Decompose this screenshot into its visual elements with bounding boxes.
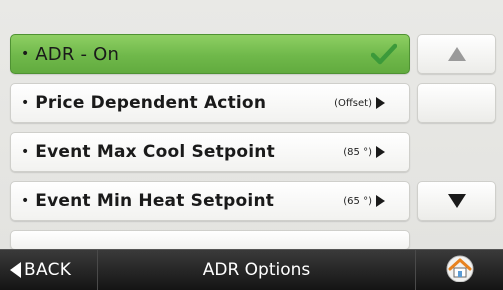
thermostat-screen: • ADR - On • Price Dependent Action (Off… — [0, 0, 503, 290]
back-button[interactable]: BACK — [0, 250, 98, 290]
list-item-value: (85 °) — [343, 146, 372, 158]
list-item-label: Price Dependent Action — [35, 93, 267, 113]
arrow-left-icon — [10, 262, 21, 278]
page-title: ADR Options — [202, 260, 311, 280]
scroll-blank-button[interactable] — [417, 83, 496, 123]
back-label: BACK — [24, 260, 72, 280]
arrow-up-icon — [447, 47, 466, 61]
list-item-partial[interactable] — [10, 230, 410, 250]
list-item-label: ADR - On — [35, 43, 120, 65]
list-item-label: Event Max Cool Setpoint — [35, 142, 275, 162]
list-item-event-min-heat-setpoint[interactable]: • Event Min Heat Setpoint (65 °) — [10, 181, 410, 221]
bullet: • — [21, 144, 30, 160]
bullet: • — [21, 95, 30, 111]
bottom-bar: BACK ADR Options — [0, 249, 503, 290]
bullet: • — [21, 46, 30, 62]
arrow-right-icon — [376, 146, 385, 158]
list-item-value: (65 °) — [343, 195, 372, 207]
bullet: • — [21, 193, 30, 209]
arrow-down-icon — [447, 194, 466, 208]
arrow-right-icon — [376, 97, 385, 109]
home-button[interactable] — [415, 250, 503, 290]
list-item-label: Event Min Heat Setpoint — [35, 191, 275, 211]
check-icon — [370, 43, 398, 69]
scroll-up-button[interactable] — [417, 34, 496, 74]
list-item-adr[interactable]: • ADR - On — [10, 34, 410, 74]
scroll-down-button[interactable] — [417, 181, 496, 221]
list-item-price-dependent-action[interactable]: • Price Dependent Action (Offset) — [10, 83, 410, 123]
list-item-value: (Offset) — [334, 97, 372, 109]
list-item-event-max-cool-setpoint[interactable]: • Event Max Cool Setpoint (85 °) — [10, 132, 410, 172]
arrow-right-icon — [376, 195, 385, 207]
home-icon — [445, 254, 475, 286]
